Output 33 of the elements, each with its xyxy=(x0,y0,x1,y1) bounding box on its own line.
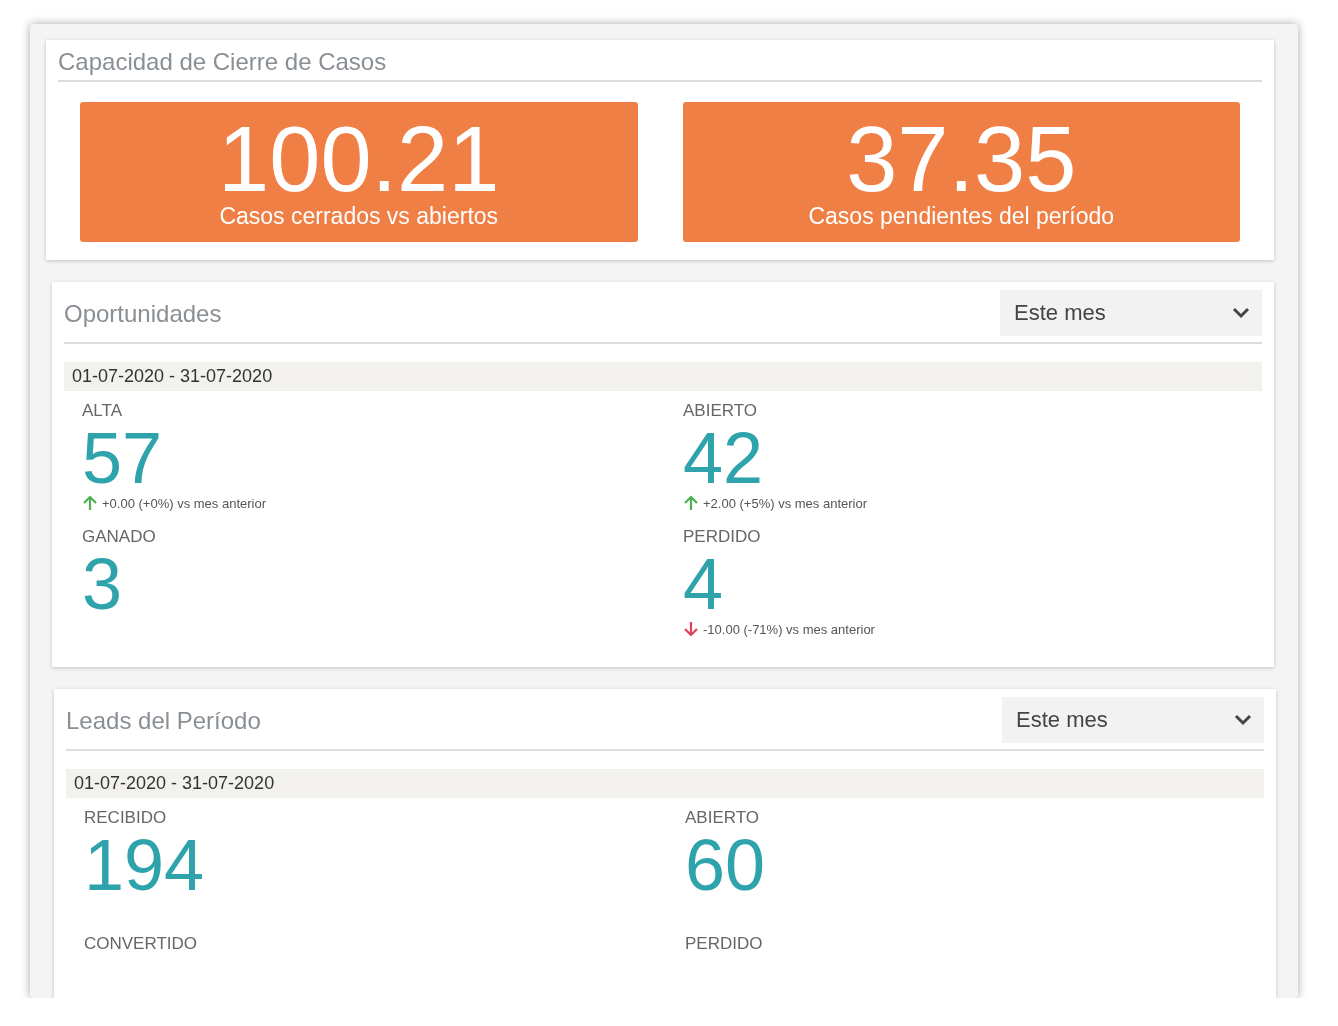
arrow-down-icon xyxy=(683,621,699,637)
arrow-up-icon xyxy=(82,495,98,511)
metric-label: CONVERTIDO xyxy=(84,934,198,954)
metric-value: 4 xyxy=(683,547,724,621)
period-select[interactable]: Este mes xyxy=(1000,290,1262,336)
metric-label: GANADO xyxy=(82,527,156,547)
metric-label: ABIERTO xyxy=(685,808,759,828)
trend-text: +0.00 (+0%) vs mes anterior xyxy=(102,495,267,511)
chevron-down-icon xyxy=(1232,307,1250,319)
chevron-down-icon xyxy=(1234,714,1252,726)
date-range: 01-07-2020 - 31-07-2020 xyxy=(66,769,1264,798)
trend-text: +2.00 (+5%) vs mes anterior xyxy=(703,495,868,511)
metric-value: 60 xyxy=(685,828,766,902)
metric-value: 57 xyxy=(82,421,163,495)
date-range: 01-07-2020 - 31-07-2020 xyxy=(64,362,1262,391)
kpi-value: 37.35 xyxy=(846,114,1077,203)
metric-value: 3 xyxy=(82,547,123,621)
kpi-caption: Casos cerrados vs abiertos xyxy=(219,202,499,230)
panel-title: Capacidad de Cierre de Casos xyxy=(58,48,387,76)
arrow-up-icon xyxy=(683,495,699,511)
metric-value: 42 xyxy=(683,421,764,495)
kpi-value: 100.21 xyxy=(218,114,500,203)
metric-label: PERDIDO xyxy=(685,934,763,954)
metric-label: RECIBIDO xyxy=(84,808,167,828)
trend-text: -10.00 (-71%) vs mes anterior xyxy=(703,621,875,637)
panel-title: Oportunidades xyxy=(64,300,222,328)
metric-label: PERDIDO xyxy=(683,527,761,547)
period-select[interactable]: Este mes xyxy=(1002,697,1264,743)
panel-title: Leads del Período xyxy=(66,707,261,735)
metric-label: ABIERTO xyxy=(683,401,757,421)
kpi-caption: Casos pendientes del período xyxy=(808,202,1115,230)
metric-label: ALTA xyxy=(82,401,122,421)
metric-value: 194 xyxy=(84,828,205,902)
